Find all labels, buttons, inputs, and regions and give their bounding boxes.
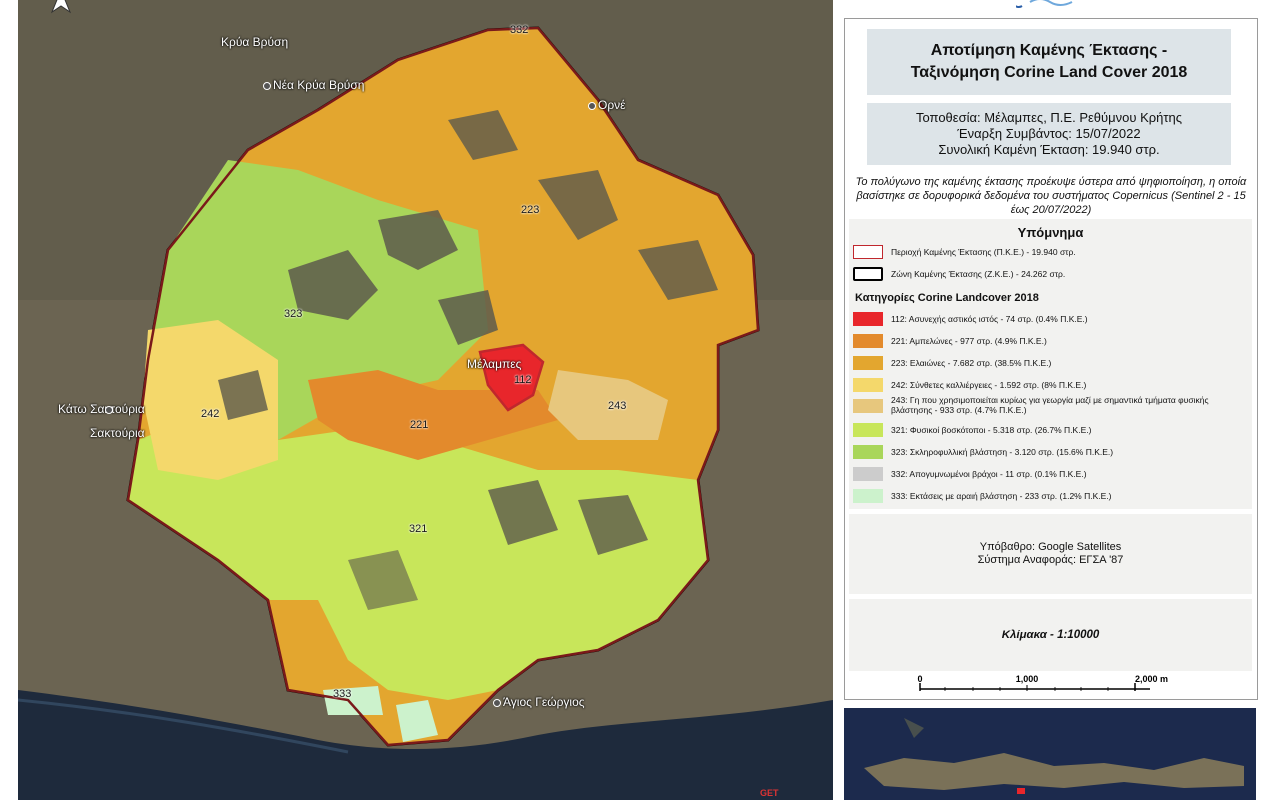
legend-swatch (853, 245, 883, 259)
burned-area-text: Συνολική Καμένη Έκταση: 19.940 στρ. (938, 142, 1160, 157)
place-marker-icon (493, 698, 501, 707)
scale-tick-0: 0 (917, 674, 922, 684)
organization-logo-icon (1016, 0, 1073, 8)
basemap-info: Υπόβαθρο: Google Satellites Σύστημα Αναφ… (849, 514, 1252, 594)
legend-swatch (853, 312, 883, 326)
methodology-note: Το πολύγωνο της καμένης έκτασης προέκυψε… (855, 176, 1247, 216)
legend-item-323: 323: Σκληροφυλλική βλάστηση - 3.120 στρ.… (853, 443, 1113, 461)
legend-item-243: 243: Γη που χρησιμοποιείται κυρίως για γ… (853, 395, 1241, 419)
legend-item-333: 333: Εκτάσεις με αραιή βλάστηση - 233 στ… (853, 487, 1112, 505)
place-melampes: Μέλαμπες (467, 357, 522, 371)
legend-subtitle: Κατηγορίες Corine Landcover 2018 (855, 292, 1039, 304)
zone-label-242: 242 (201, 408, 220, 420)
legend-swatch (853, 267, 883, 281)
scale-tick-2000: 2,000 m (1135, 674, 1168, 684)
title-line-1: Αποτίμηση Καμένης Έκτασης - (930, 42, 1168, 59)
place-saktouria: Σακτούρια (90, 426, 145, 440)
place-agios-georgios: Άγιος Γεώργιος (493, 695, 585, 709)
place-kato-saktouria: Κάτω Σακτούρια (58, 402, 145, 416)
place-marker-icon (588, 101, 596, 110)
legend-swatch (853, 399, 883, 413)
legend-item-242: 242: Σύνθετες καλλιέργειες - 1.592 στρ. … (853, 376, 1086, 394)
legend-swatch (853, 334, 883, 348)
zone-label-112: 112 (514, 374, 532, 386)
map-title: Αποτίμηση Καμένης Έκτασης - Ταξινόμηση C… (867, 29, 1231, 95)
locator-map-canvas (844, 708, 1256, 800)
legend-swatch (853, 445, 883, 459)
scale-tick-1000: 1,000 (1016, 674, 1039, 684)
map-view[interactable]: Κρύα Βρύση Νέα Κρύα Βρύση Ορνέ Μέλαμπες … (18, 0, 833, 800)
legend-title: Υπόμνημα (1017, 225, 1084, 240)
location-marker-icon (1017, 788, 1025, 794)
legend-item-221: 221: Αμπελώνες - 977 στρ. (4.9% Π.Κ.Ε.) (853, 332, 1047, 350)
zone-label-243: 243 (608, 400, 627, 412)
location-text: Τοποθεσία: Μέλαμπες, Π.Ε. Ρεθύμνου Κρήτη… (915, 110, 1182, 125)
legend-swatch (853, 489, 883, 503)
title-line-2: Ταξινόμηση Corine Land Cover 2018 (910, 64, 1188, 81)
legend-swatch (853, 356, 883, 370)
event-info: Τοποθεσία: Μέλαμπες, Π.Ε. Ρεθύμνου Κρήτη… (867, 103, 1231, 165)
zone-label-321: 321 (409, 523, 428, 535)
legend-swatch (853, 378, 883, 392)
zone-label-221: 221 (410, 419, 429, 431)
legend-item-burned-area: Περιοχή Καμένης Έκτασης (Π.Κ.Ε.) - 19.94… (853, 243, 1076, 261)
map-canvas (18, 0, 833, 800)
credit-logo: GET (760, 788, 779, 798)
legend-swatch (853, 423, 883, 437)
scale-bar: 0 1,000 2,000 m (917, 674, 1168, 691)
event-start-text: Έναρξη Συμβάντος: 15/07/2022 (957, 126, 1141, 141)
legend-swatch (853, 467, 883, 481)
legend-item-112: 112: Ασυνεχής αστικός ιστός - 74 στρ. (0… (853, 310, 1088, 328)
zone-label-333: 333 (333, 688, 352, 700)
reference-system-text: Σύστημα Αναφοράς: ΕΓΣΑ '87 (977, 554, 1124, 566)
locator-inset-map[interactable] (844, 708, 1256, 800)
place-marker-icon (263, 81, 271, 90)
legend: Υπόμνημα Περιοχή Καμένης Έκτασης (Π.Κ.Ε.… (849, 219, 1252, 509)
legend-item-burn-zone: Ζώνη Καμένης Έκτασης (Ζ.Κ.Ε.) - 24.262 σ… (853, 265, 1065, 283)
place-orne: Ορνέ (588, 98, 626, 112)
zone-label-332: 332 (510, 24, 529, 36)
legend-item-223: 223: Ελαιώνες - 7.682 στρ. (38.5% Π.Κ.Ε.… (853, 354, 1051, 372)
legend-item-321: 321: Φυσικοί βοσκότοποι - 5.318 στρ. (26… (853, 421, 1091, 439)
place-nea-kria-vrisi: Νέα Κρύα Βρύση (263, 78, 364, 92)
zone-label-223: 223 (521, 204, 540, 216)
legend-item-332: 332: Απογυμνωμένοι βράχοι - 11 στρ. (0.1… (853, 465, 1087, 483)
scale-text: Κλίμακα - 1:10000 (849, 599, 1252, 671)
basemap-text: Υπόβαθρο: Google Satellites (979, 541, 1122, 553)
map-info-panel: Αποτίμηση Καμένης Έκτασης - Ταξινόμηση C… (844, 18, 1258, 700)
north-arrow-icon (50, 0, 72, 14)
place-marker-icon (104, 405, 113, 414)
zone-label-323: 323 (284, 308, 303, 320)
place-kria-vrisi: Κρύα Βρύση (221, 35, 289, 49)
